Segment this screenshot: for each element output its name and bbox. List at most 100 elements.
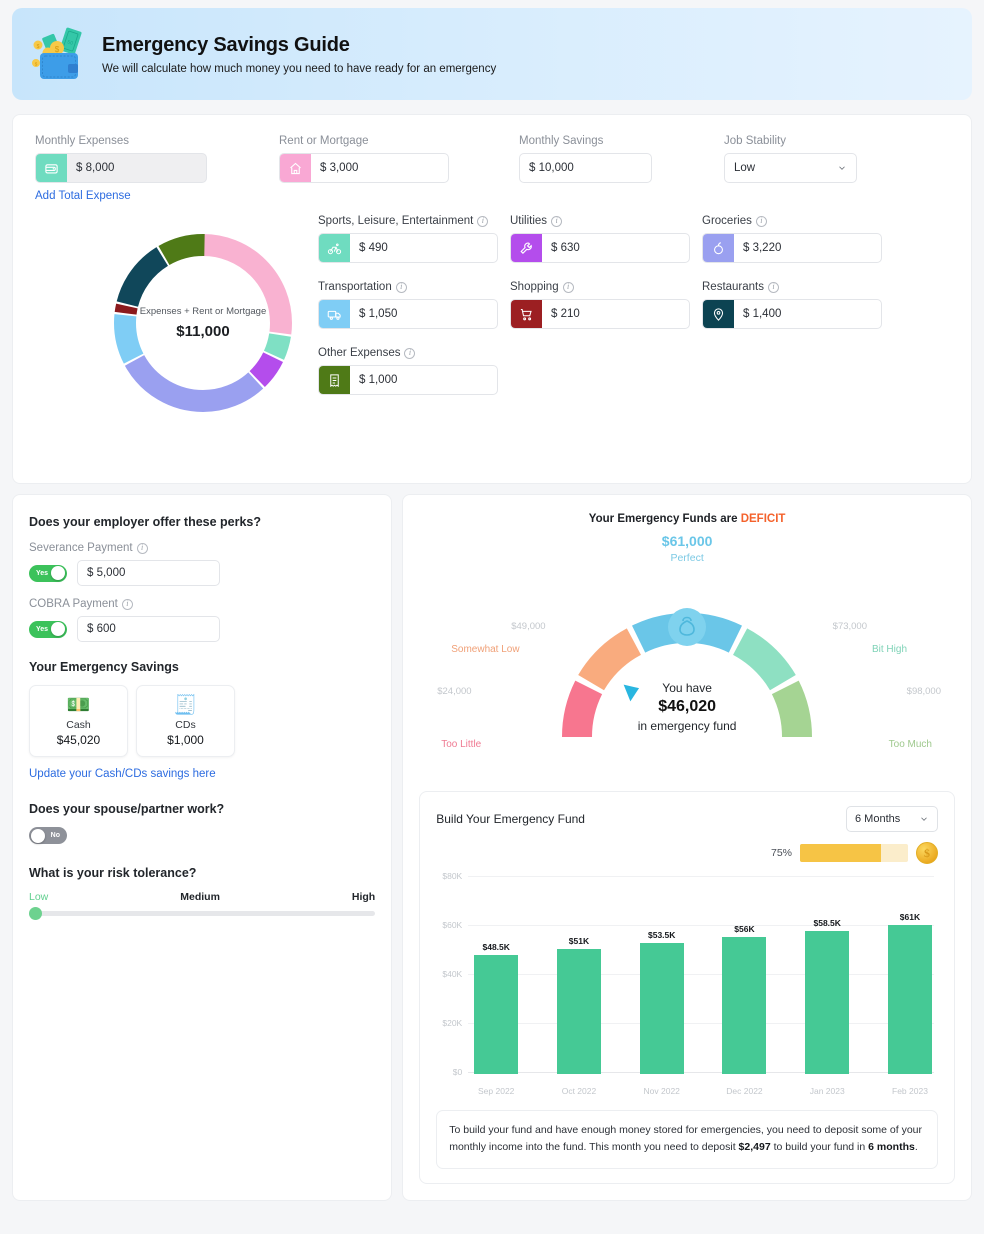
add-total-expense-link[interactable]: Add Total Expense bbox=[35, 190, 131, 202]
rent-label: Rent or Mortgage bbox=[279, 135, 369, 147]
monthly-savings-value[interactable]: $ 10,000 bbox=[520, 154, 651, 182]
info-icon[interactable]: i bbox=[121, 598, 133, 610]
category-sports: Sports, Leisure, Entertainment i $ 490 bbox=[318, 215, 498, 263]
monthly-savings-input[interactable]: $ 10,000 bbox=[519, 153, 652, 183]
y-tick-60k: $60K bbox=[442, 920, 463, 930]
category-sports-input[interactable]: $ 490 bbox=[318, 233, 498, 263]
info-icon[interactable]: i bbox=[136, 542, 148, 554]
donut-center-label: Expenses + Rent or Mortgage bbox=[139, 306, 267, 317]
info-icon[interactable]: i bbox=[477, 215, 489, 227]
x-axis-label: Nov 2022 bbox=[643, 1086, 680, 1096]
savings-heading: Your Emergency Savings bbox=[29, 660, 179, 674]
bar-value-label: $58.5K bbox=[813, 917, 841, 928]
rent-input[interactable]: $ 3,000 bbox=[279, 153, 449, 183]
page-header: $ $ 50 $ Emergency Savings Guide We will… bbox=[12, 8, 972, 100]
category-shopping-input[interactable]: $ 210 bbox=[510, 299, 690, 329]
severance-toggle-label: Yes bbox=[36, 569, 49, 577]
category-restaurants-input[interactable]: $ 1,400 bbox=[702, 299, 882, 329]
receipt-money-icon: 🧾 bbox=[173, 694, 198, 716]
note-amount: $2,497 bbox=[738, 1141, 771, 1154]
gauge-label-too-little: Too Little bbox=[441, 739, 482, 750]
note-months: 6 months bbox=[868, 1141, 915, 1154]
category-utilities-value[interactable]: $ 630 bbox=[542, 234, 689, 262]
info-icon[interactable]: i bbox=[551, 215, 563, 227]
risk-slider-track[interactable] bbox=[29, 907, 376, 920]
category-shopping-value[interactable]: $ 210 bbox=[542, 300, 689, 328]
cobra-input[interactable]: $ 600 bbox=[77, 616, 220, 642]
category-utilities: Utilities i $ 630 bbox=[510, 215, 690, 263]
y-tick-40k: $40K bbox=[442, 969, 463, 979]
category-sports-label: Sports, Leisure, Entertainment i bbox=[318, 215, 498, 227]
category-groceries-input[interactable]: $ 3,220 bbox=[702, 233, 882, 263]
info-icon[interactable]: i bbox=[755, 215, 767, 227]
page-subtitle: We will calculate how much money you nee… bbox=[102, 62, 497, 75]
perks-savings-card: Does your employer offer these perks? Se… bbox=[12, 494, 393, 1201]
donut-center-value: $11,000 bbox=[176, 323, 230, 340]
category-other-input[interactable]: $ 1,000 bbox=[318, 365, 498, 395]
bar-column: $48.5K bbox=[474, 942, 519, 1074]
savings-card-cds-name: CDs bbox=[175, 718, 196, 731]
bar bbox=[887, 924, 932, 1074]
job-stability-select[interactable]: Low bbox=[724, 153, 857, 183]
y-tick-20k: $20K bbox=[442, 1018, 463, 1028]
category-other-value[interactable]: $ 1,000 bbox=[350, 366, 497, 394]
wallet-money-icon: $ $ 50 $ bbox=[30, 23, 88, 85]
bar-value-label: $61K bbox=[899, 911, 921, 922]
svg-text:$: $ bbox=[55, 45, 60, 54]
severance-input[interactable]: $ 5,000 bbox=[77, 560, 220, 586]
monthly-expenses-group: Monthly Expenses $ 8,000 Add Total Expen… bbox=[35, 135, 275, 204]
risk-label-low: Low bbox=[29, 891, 49, 903]
months-select[interactable]: 6 Months bbox=[846, 806, 938, 832]
info-icon[interactable]: i bbox=[768, 281, 780, 293]
build-fund-title: Build Your Emergency Fund bbox=[436, 812, 585, 826]
severance-toggle[interactable]: Yes bbox=[29, 564, 67, 582]
bar bbox=[639, 942, 684, 1074]
savings-card-cds[interactable]: 🧾 CDs $1,000 bbox=[136, 685, 235, 757]
cobra-toggle[interactable]: Yes bbox=[29, 620, 67, 638]
bar-column: $61K bbox=[887, 911, 932, 1074]
category-utilities-input[interactable]: $ 630 bbox=[510, 233, 690, 263]
risk-slider-knob[interactable] bbox=[29, 907, 42, 920]
info-icon[interactable]: i bbox=[562, 281, 574, 293]
category-utilities-label: Utilities i bbox=[510, 215, 690, 227]
expenses-card: Monthly Expenses $ 8,000 Add Total Expen… bbox=[12, 114, 972, 484]
savings-card-cash[interactable]: 💵 Cash $45,020 bbox=[29, 685, 128, 757]
donut-center-labels: Expenses + Rent or Mortgage $11,000 bbox=[103, 223, 303, 423]
spouse-toggle[interactable]: No bbox=[29, 827, 67, 844]
x-axis-label: Dec 2022 bbox=[726, 1086, 763, 1096]
coin-icon: $ bbox=[916, 842, 938, 864]
job-stability-label: Job Stability bbox=[724, 135, 787, 147]
info-icon[interactable]: i bbox=[404, 347, 416, 359]
gauge-money-bag-icon bbox=[668, 608, 707, 646]
category-row-2: Transportation i $ 1,050 Shopping i $ 21… bbox=[318, 281, 918, 329]
build-fund-card: Build Your Emergency Fund 6 Months 75% $… bbox=[419, 791, 955, 1184]
bar bbox=[722, 936, 767, 1074]
monthly-expenses-input[interactable]: $ 8,000 bbox=[35, 153, 207, 183]
category-groceries-value[interactable]: $ 3,220 bbox=[734, 234, 881, 262]
savings-card-cash-name: Cash bbox=[66, 718, 91, 731]
category-groceries-label: Groceries i bbox=[702, 215, 882, 227]
receipt-icon bbox=[319, 366, 350, 394]
toggle-knob bbox=[51, 566, 65, 580]
progress-bar bbox=[800, 844, 908, 862]
bar-column: $51K bbox=[556, 936, 601, 1074]
header-text-block: Emergency Savings Guide We will calculat… bbox=[102, 34, 496, 75]
gauge-perfect-label: Perfect bbox=[670, 552, 704, 564]
emergency-fund-card: Your Emergency Funds are DEFICIT $61,000… bbox=[402, 494, 972, 1201]
category-transportation-input[interactable]: $ 1,050 bbox=[318, 299, 498, 329]
info-icon[interactable]: i bbox=[395, 281, 407, 293]
note-part2: to build your fund in bbox=[770, 1141, 869, 1154]
expenses-donut-chart: Expenses + Rent or Mortgage $11,000 bbox=[103, 223, 303, 423]
category-transportation-value[interactable]: $ 1,050 bbox=[350, 300, 497, 328]
category-restaurants-value[interactable]: $ 1,400 bbox=[734, 300, 881, 328]
y-tick-80k: $80K bbox=[442, 871, 463, 881]
category-sports-value[interactable]: $ 490 bbox=[350, 234, 497, 262]
rent-value[interactable]: $ 3,000 bbox=[311, 154, 448, 182]
monthly-expenses-value[interactable]: $ 8,000 bbox=[67, 154, 206, 182]
x-axis-labels: Sep 2022 Oct 2022 Nov 2022 Dec 2022 Jan 2023… bbox=[474, 1086, 932, 1096]
gauge-tick-49000: $49,000 bbox=[511, 621, 546, 632]
update-savings-link[interactable]: Update your Cash/CDs savings here bbox=[29, 768, 216, 780]
rent-group: Rent or Mortgage $ 3,000 bbox=[279, 135, 519, 204]
truck-icon bbox=[319, 300, 350, 328]
x-axis-label: Sep 2022 bbox=[478, 1086, 515, 1096]
